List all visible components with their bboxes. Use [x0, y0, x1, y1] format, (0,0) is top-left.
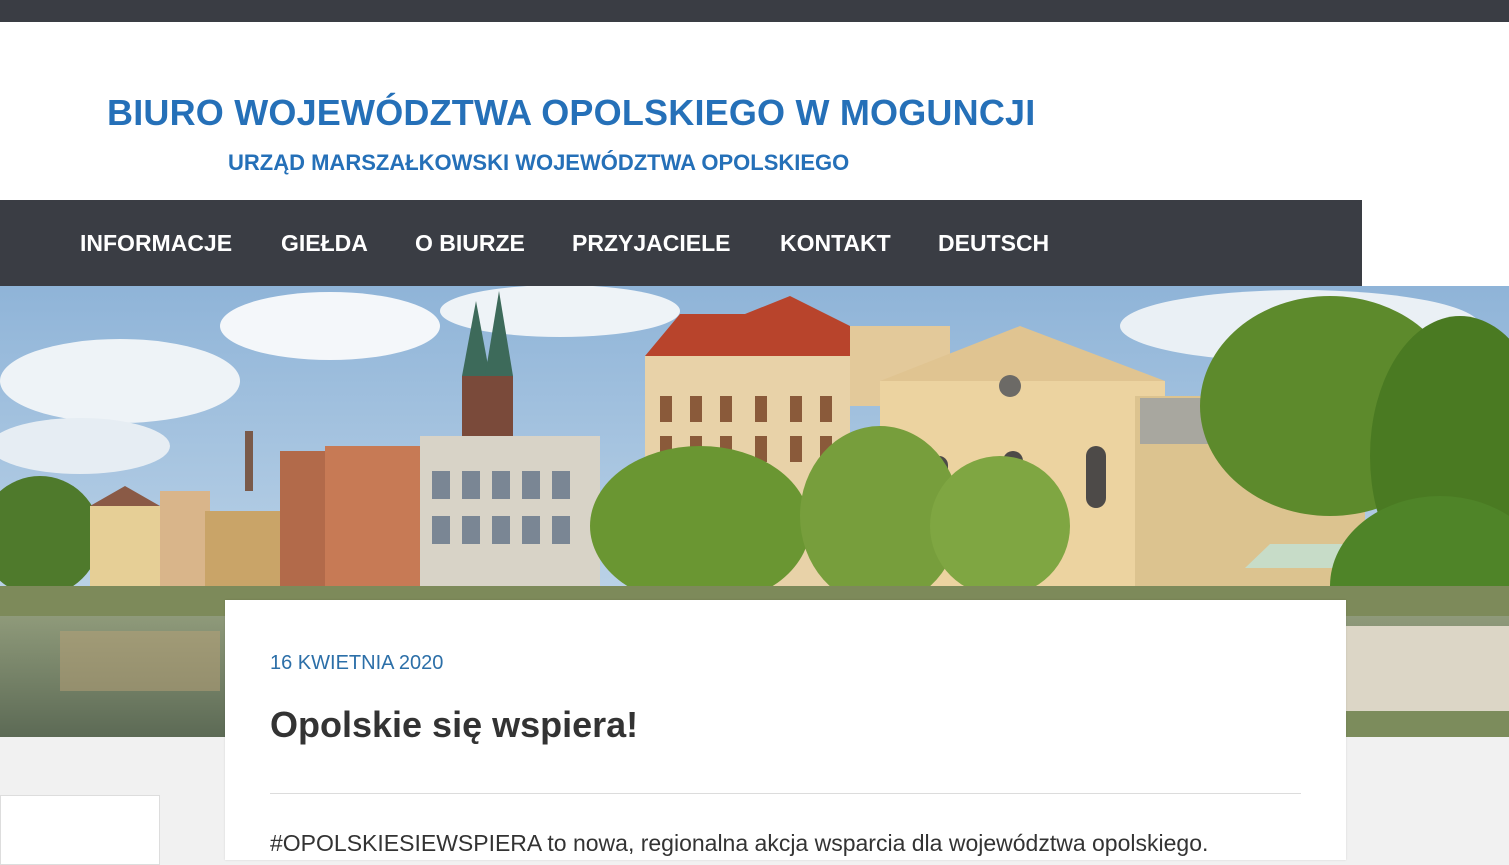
post-card: 16 KWIETNIA 2020 Opolskie się wspiera! #… — [225, 600, 1346, 860]
site-header: BIURO WOJEWÓDZTWA OPOLSKIEGO W MOGUNCJI … — [0, 22, 1509, 200]
post-divider — [270, 793, 1301, 794]
nav-item-kontakt[interactable]: KONTAKT — [780, 200, 891, 286]
post-excerpt: #OPOLSKIESIEWSPIERA to nowa, regionalna … — [270, 830, 1209, 856]
site-subtitle: URZĄD MARSZAŁKOWSKI WOJEWÓDZTWA OPOLSKIE… — [228, 150, 850, 175]
nav-item-przyjaciele[interactable]: PRZYJACIELE — [572, 200, 730, 286]
nav-item-deutsch[interactable]: DEUTSCH — [938, 200, 1049, 286]
top-strip — [0, 0, 1509, 22]
header-gap — [1362, 200, 1509, 286]
nav-item-informacje[interactable]: INFORMACJE — [80, 200, 232, 286]
site-title[interactable]: BIURO WOJEWÓDZTWA OPOLSKIEGO W MOGUNCJI — [107, 92, 1035, 134]
sidebar-widget — [0, 795, 160, 865]
nav-item-gielda[interactable]: GIEŁDA — [281, 200, 368, 286]
post-title[interactable]: Opolskie się wspiera! — [270, 704, 638, 746]
post-date[interactable]: 16 KWIETNIA 2020 — [270, 652, 443, 675]
nav-item-o-biurze[interactable]: O BIURZE — [415, 200, 525, 286]
main-navigation: INFORMACJE GIEŁDA O BIURZE PRZYJACIELE K… — [0, 200, 1362, 286]
